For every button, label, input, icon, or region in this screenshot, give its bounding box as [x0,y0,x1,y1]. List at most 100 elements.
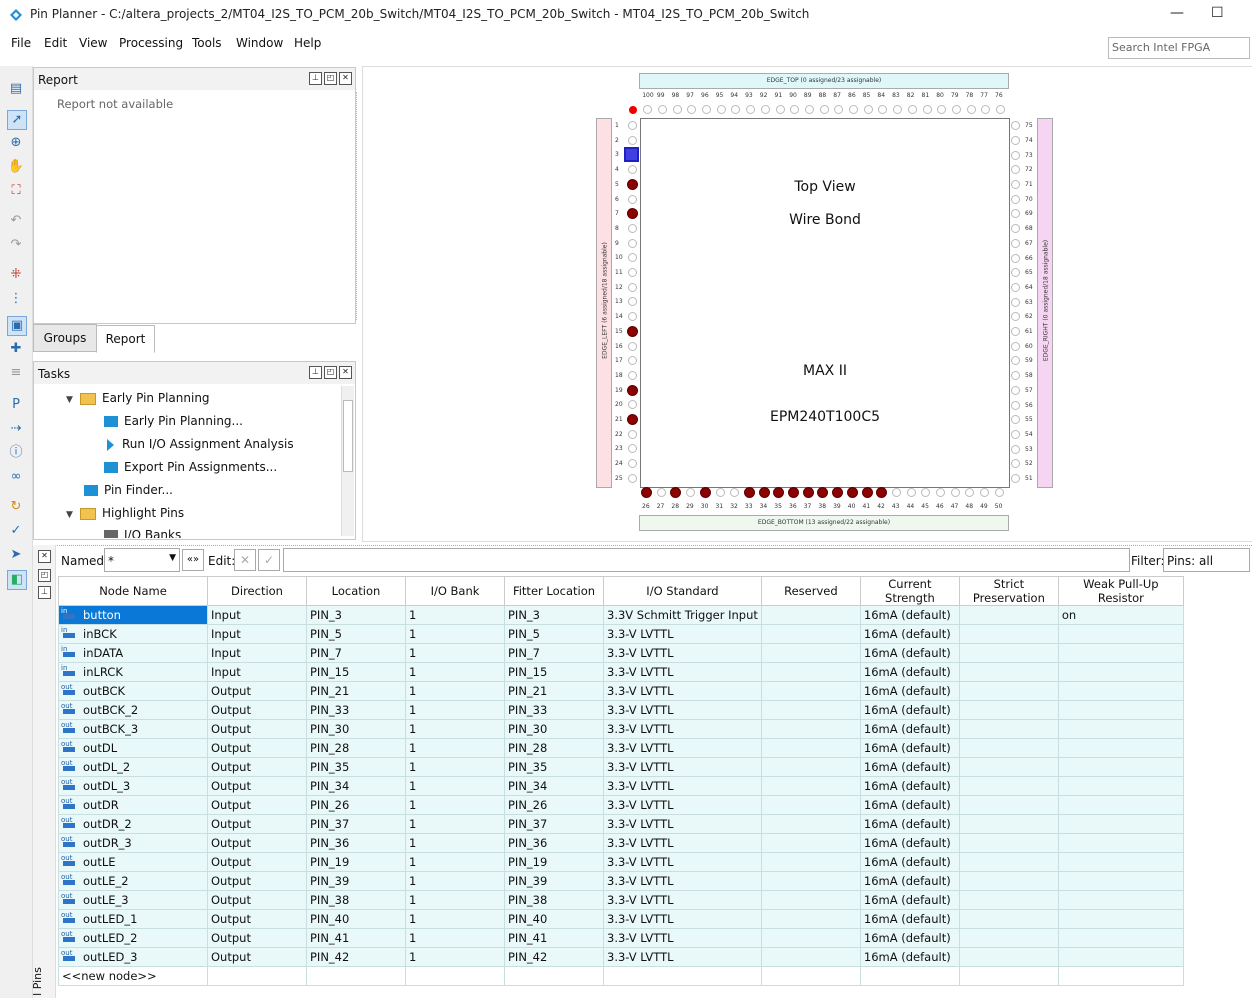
pin-11[interactable] [628,268,637,277]
table-cell[interactable]: 3.3-V LVTTL [603,757,762,777]
zoom-icon[interactable]: ⊕ [7,134,25,152]
pin-planner-icon[interactable]: P [7,396,25,414]
edge-bottom-box[interactable]: EDGE_BOTTOM (13 assigned/22 assignable) [639,515,1009,531]
io-check-icon[interactable]: ✓ [7,522,25,540]
minimize-button[interactable]: — [1170,5,1184,21]
table-cell[interactable]: Output [207,928,307,948]
pin-44[interactable] [906,488,916,497]
fit-view-icon[interactable]: ⛶ [7,182,25,200]
table-cell[interactable]: Output [207,814,307,834]
table-cell[interactable]: PIN_37 [504,814,604,834]
table-cell[interactable]: out outLED_1 [58,909,208,929]
table-cell[interactable] [859,966,960,986]
puzzle-icon[interactable]: ✚ [7,340,25,358]
table-cell[interactable]: PIN_7 [504,643,604,663]
table-cell[interactable]: 16mA (default) [859,947,960,967]
menu-view[interactable]: View [79,36,107,50]
table-cell[interactable] [760,681,861,701]
pin-64[interactable] [1011,282,1020,292]
pin-69[interactable] [1011,209,1020,219]
table-cell[interactable]: out outLED_2 [58,928,208,948]
chevron-down-icon[interactable]: ▼ [169,553,176,563]
table-cell[interactable]: in button [58,605,208,625]
table-cell[interactable] [760,700,861,720]
filter-combo[interactable]: Pins: all [1163,548,1250,572]
pin-41[interactable] [861,487,873,498]
chip-view[interactable]: EDGE_TOP (0 assigned/23 assignable) EDGE… [362,66,1252,542]
table-row[interactable]: out outBCK_2 Output PIN_33 1 PIN_33 3.3-V LVTT… [58,700,1184,720]
table-cell[interactable]: PIN_15 [306,662,406,682]
table-cell[interactable]: PIN_7 [306,643,406,663]
pin-14[interactable] [628,312,637,322]
pin-73[interactable] [1011,150,1020,160]
pin-grid-icon[interactable]: ⁜ [7,266,25,284]
task-early-pin-planning[interactable]: Early Pin Planning... [104,414,243,428]
table-cell[interactable]: 3.3-V LVTTL [603,662,762,682]
table-cell[interactable] [405,966,505,986]
pin-52[interactable] [1011,459,1020,469]
pin-89[interactable] [804,105,814,114]
menu-file[interactable]: File [11,36,31,50]
pin-48[interactable] [965,488,975,497]
table-cell[interactable]: 3.3V Schmitt Trigger Input [603,605,762,625]
pin-16[interactable] [628,341,637,351]
table-cell[interactable]: out outBCK [58,681,208,701]
info-icon[interactable]: ⓘ [7,444,25,462]
table-cell[interactable] [1057,928,1184,948]
pin-63[interactable] [1011,297,1020,307]
table-cell[interactable] [958,643,1059,663]
table-cell[interactable]: 1 [405,814,505,834]
col-location[interactable]: Location [306,576,406,606]
pin-30[interactable] [699,487,711,498]
pin-7[interactable] [627,208,638,220]
table-cell[interactable] [958,947,1059,967]
table-cell[interactable]: PIN_19 [306,852,406,872]
pin-5[interactable] [627,178,638,190]
table-cell[interactable] [760,738,861,758]
table-cell[interactable]: <<new node>> [58,966,208,986]
pin-10[interactable] [628,253,637,263]
pin-12[interactable] [628,282,637,292]
table-cell[interactable] [1057,909,1184,929]
table-cell[interactable]: Output [207,909,307,929]
table-cell[interactable] [1057,700,1184,720]
table-cell[interactable]: out outDL_2 [58,757,208,777]
col-direction[interactable]: Direction [207,576,307,606]
menu-help[interactable]: Help [294,36,321,50]
task-export-pins[interactable]: Export Pin Assignments... [104,460,277,474]
table-cell[interactable]: 3.3-V LVTTL [603,795,762,815]
pin-20[interactable] [628,400,637,410]
float-icon[interactable]: ◰ [324,366,337,379]
table-cell[interactable]: out outBCK_2 [58,700,208,720]
tasks-scrollbar[interactable] [341,386,354,536]
pin-78[interactable] [966,105,976,114]
table-cell[interactable]: out outDL [58,738,208,758]
table-cell[interactable]: out outLE_2 [58,871,208,891]
pin-icon[interactable]: ⊥ [309,366,322,379]
table-cell[interactable] [958,681,1059,701]
table-row[interactable]: out outLE_3 Output PIN_38 1 PIN_38 3.3-V LVTTL… [58,890,1184,910]
task-io-banks[interactable]: I/O Banks [104,528,181,538]
table-cell[interactable] [760,928,861,948]
table-cell[interactable]: PIN_39 [504,871,604,891]
table-row[interactable]: out outDR_2 Output PIN_37 1 PIN_37 3.3-V LVTTL… [58,814,1184,834]
table-row[interactable]: out outLE Output PIN_19 1 PIN_19 3.3-V LVTTL 16… [58,852,1184,872]
table-cell[interactable] [760,795,861,815]
undo-icon[interactable]: ↶ [7,212,25,230]
table-cell[interactable]: 16mA (default) [859,833,960,853]
table-row[interactable]: out outDL_2 Output PIN_35 1 PIN_35 3.3-V LVTTL… [58,757,1184,777]
pin-53[interactable] [1011,444,1020,454]
col-current-strength[interactable]: Current Strength [859,576,960,606]
table-cell[interactable] [207,966,307,986]
table-cell[interactable] [760,719,861,739]
pin-60[interactable] [1011,341,1020,351]
table-cell[interactable] [1057,852,1184,872]
table-cell[interactable] [760,776,861,796]
table-cell[interactable]: 16mA (default) [859,814,960,834]
table-cell[interactable]: PIN_15 [504,662,604,682]
pin-8[interactable] [628,223,637,233]
table-cell[interactable]: Input [207,662,307,682]
table-cell[interactable]: 1 [405,681,505,701]
report-icon[interactable]: ▤ [7,80,25,98]
pin-36[interactable] [788,487,799,498]
